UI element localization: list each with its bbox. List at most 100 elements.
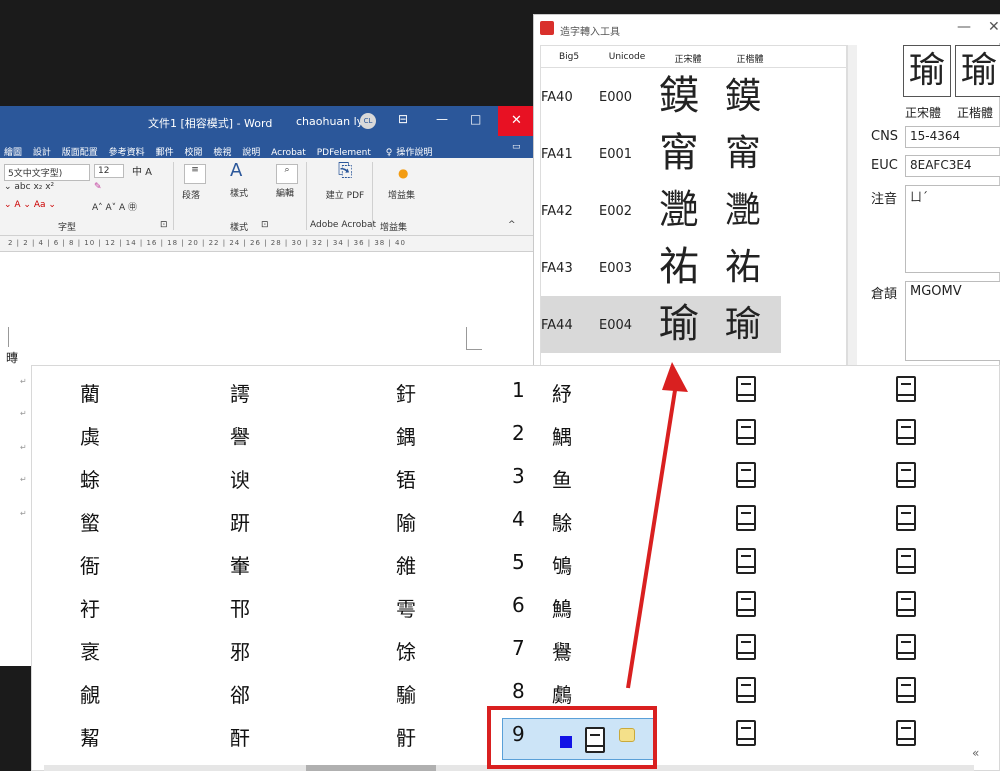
- table-row[interactable]: FA42 E002 灧 灧: [541, 182, 848, 239]
- table-row[interactable]: FA41 E001 甯 甯: [541, 125, 848, 182]
- tab-design[interactable]: 設計: [29, 139, 55, 158]
- candidate-char[interactable]: 螸: [80, 507, 100, 536]
- grow-shrink-font-icon[interactable]: A˄ A˅ A ㊥: [92, 200, 137, 213]
- custom-char-glyph-icon[interactable]: [896, 720, 916, 746]
- collapse-icon[interactable]: «: [972, 746, 986, 760]
- candidate-char[interactable]: 鱼: [552, 464, 572, 493]
- tab-tell-me[interactable]: ♀ 操作說明: [378, 136, 437, 158]
- font-color-icon[interactable]: ⌄ A ⌄ Aa ⌄: [4, 200, 56, 210]
- custom-char-glyph-icon[interactable]: [896, 505, 916, 531]
- create-pdf-button[interactable]: 建立 PDF: [322, 188, 368, 201]
- styles-icon[interactable]: A: [230, 160, 242, 181]
- custom-char-glyph-icon[interactable]: [736, 505, 756, 531]
- candidate-char[interactable]: 酐: [230, 722, 250, 751]
- candidate-char[interactable]: 蜍: [80, 464, 100, 493]
- header-song[interactable]: 正宋體: [657, 52, 719, 65]
- custom-char-glyph-icon[interactable]: [736, 677, 756, 703]
- close-button[interactable]: ✕: [498, 106, 535, 136]
- custom-char-glyph-icon[interactable]: [736, 548, 756, 574]
- font-dialog-icon[interactable]: ⊡: [160, 220, 168, 230]
- candidate-char[interactable]: 鰅: [552, 421, 572, 450]
- ruler[interactable]: 2 | 2 | 4 | 6 | 8 | 10 | 12 | 14 | 16 | …: [0, 236, 535, 252]
- table-row[interactable]: FA43 E003 祐 祐: [541, 239, 848, 296]
- restore-button[interactable]: □: [470, 112, 481, 126]
- avatar[interactable]: CL: [360, 113, 376, 129]
- candidate-char[interactable]: 鍝: [396, 421, 416, 450]
- addins-icon[interactable]: ●: [398, 166, 408, 180]
- candidate-char[interactable]: 趼: [230, 507, 250, 536]
- candidate-char[interactable]: 譽: [230, 421, 250, 450]
- tab-layout[interactable]: 版面配置: [58, 139, 102, 158]
- paragraph-icon[interactable]: ≡: [184, 164, 206, 184]
- close-button[interactable]: ✕: [988, 19, 1000, 35]
- candidate-char[interactable]: 鸒: [552, 636, 572, 665]
- table-row[interactable]: FA40 E000 鏌 鏌: [541, 68, 848, 125]
- candidate-char[interactable]: 铻: [396, 464, 416, 493]
- clear-format-icon[interactable]: ✎: [94, 182, 102, 192]
- candidate-char[interactable]: 謣: [230, 378, 250, 407]
- candidate-char[interactable]: 藺: [80, 378, 100, 407]
- ribbon-display-icon[interactable]: ⊟: [398, 112, 408, 126]
- phonetic-guide-icon[interactable]: 中 A: [132, 163, 152, 178]
- tab-references[interactable]: 參考資料: [105, 139, 149, 158]
- strikethrough-icon[interactable]: ⌄ abc x₂ x²: [4, 182, 54, 192]
- candidate-char[interactable]: 觢: [80, 722, 100, 751]
- candidate-char[interactable]: 雓: [396, 550, 416, 579]
- header-big5[interactable]: Big5: [541, 52, 597, 62]
- custom-char-glyph-icon[interactable]: [896, 591, 916, 617]
- zhuyin-field[interactable]: ㄩˊ: [905, 185, 1000, 273]
- custom-char-glyph-icon[interactable]: [896, 376, 916, 402]
- custom-char-glyph-icon[interactable]: [736, 720, 756, 746]
- tab-help[interactable]: 說明: [238, 139, 264, 158]
- candidate-char[interactable]: 隃: [396, 507, 416, 536]
- pdf-icon[interactable]: ⎘: [338, 160, 352, 181]
- minimize-button[interactable]: —: [436, 112, 448, 126]
- candidate-char[interactable]: 郤: [230, 679, 250, 708]
- table-row-selected[interactable]: FA44 E004 瑜 瑜: [541, 296, 781, 353]
- tab-draw[interactable]: 繪圖: [0, 139, 26, 158]
- font-name-select[interactable]: 5文中文字型): [4, 164, 90, 181]
- tab-review[interactable]: 校閱: [180, 139, 206, 158]
- candidate-char[interactable]: 衺: [80, 636, 100, 665]
- candidate-char[interactable]: 虡: [80, 421, 100, 450]
- cns-field[interactable]: 15-4364: [905, 126, 1000, 148]
- collapse-ribbon-icon[interactable]: ^: [508, 220, 516, 230]
- header-kai[interactable]: 正楷體: [719, 52, 781, 65]
- candidate-char[interactable]: 輋: [230, 550, 250, 579]
- custom-char-glyph-icon[interactable]: [896, 634, 916, 660]
- cangjie-field[interactable]: MGOMV: [905, 281, 1000, 361]
- minimize-button[interactable]: —: [957, 19, 971, 35]
- candidate-char[interactable]: 鴝: [552, 550, 572, 579]
- word-user-name[interactable]: chaohuan ly: [296, 115, 363, 128]
- candidate-char[interactable]: 骬: [396, 722, 416, 751]
- custom-char-glyph-icon[interactable]: [896, 677, 916, 703]
- custom-char-glyph-icon[interactable]: [896, 548, 916, 574]
- custom-char-glyph-icon[interactable]: [736, 634, 756, 660]
- tab-view[interactable]: 檢視: [209, 139, 235, 158]
- custom-char-glyph-icon[interactable]: [736, 376, 756, 402]
- candidate-char[interactable]: 谀: [230, 464, 250, 493]
- font-size-select[interactable]: 12: [94, 164, 124, 178]
- tab-pdfelement[interactable]: PDFelement: [313, 142, 375, 158]
- candidate-char[interactable]: 邗: [230, 593, 250, 622]
- table-scrollbar[interactable]: [847, 45, 857, 370]
- tab-acrobat[interactable]: Acrobat: [267, 142, 310, 158]
- candidate-char[interactable]: 騟: [396, 679, 416, 708]
- candidate-char[interactable]: 覦: [80, 679, 100, 708]
- candidate-char[interactable]: 鷠: [552, 593, 572, 622]
- styles-dialog-icon[interactable]: ⊡: [261, 220, 269, 230]
- tab-mailings[interactable]: 郵件: [152, 139, 178, 158]
- candidate-char[interactable]: 釪: [396, 378, 416, 407]
- candidate-char[interactable]: 衧: [80, 593, 100, 622]
- header-unicode[interactable]: Unicode: [599, 52, 655, 62]
- candidate-char[interactable]: 衙: [80, 550, 100, 579]
- custom-char-glyph-icon[interactable]: [736, 462, 756, 488]
- euc-field[interactable]: 8EAFC3E4: [905, 155, 1000, 177]
- candidate-char[interactable]: 紓: [552, 378, 572, 407]
- scrollbar-thumb[interactable]: [306, 765, 436, 771]
- comments-icon[interactable]: ▭: [508, 136, 525, 152]
- document-text[interactable]: 暷: [6, 349, 18, 366]
- candidate-char[interactable]: 雩: [396, 593, 416, 622]
- custom-char-glyph-icon[interactable]: [896, 419, 916, 445]
- candidate-char[interactable]: 邪: [230, 636, 250, 665]
